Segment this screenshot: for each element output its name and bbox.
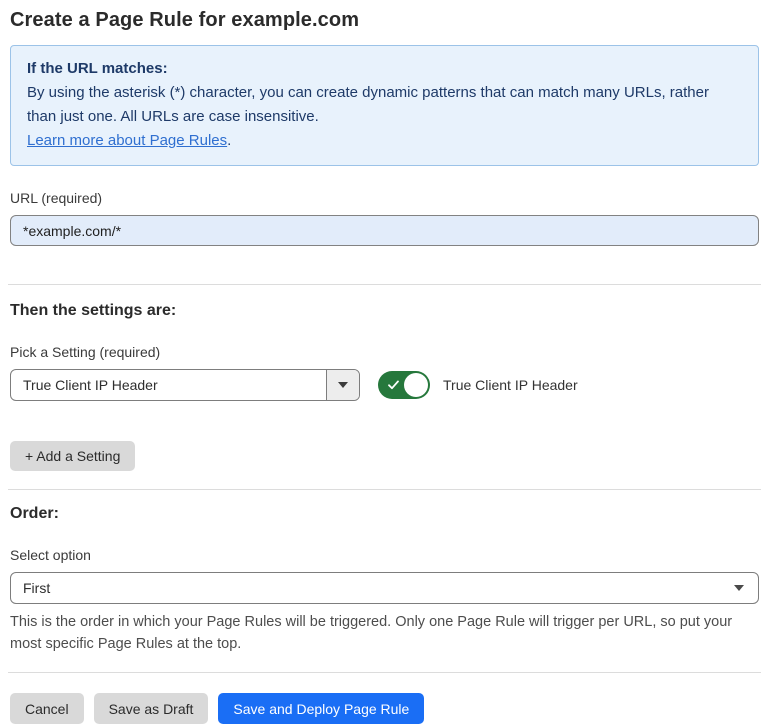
- triangle-down-icon: [338, 382, 348, 388]
- url-field-label: URL (required): [10, 190, 759, 206]
- save-as-draft-button[interactable]: Save as Draft: [94, 693, 209, 724]
- check-icon: [387, 379, 400, 391]
- info-box-link-line: Learn more about Page Rules.: [27, 129, 742, 153]
- order-select[interactable]: First: [10, 572, 759, 604]
- add-setting-button[interactable]: + Add a Setting: [10, 441, 135, 471]
- setting-picker-label: Pick a Setting (required): [10, 344, 759, 360]
- order-help-text: This is the order in which your Page Rul…: [10, 611, 755, 655]
- triangle-down-icon: [734, 585, 744, 591]
- setting-toggle[interactable]: [378, 371, 430, 399]
- setting-select-arrow-button[interactable]: [326, 370, 359, 400]
- section-divider: [8, 284, 761, 285]
- info-box-body: By using the asterisk (*) character, you…: [27, 81, 742, 129]
- page-title: Create a Page Rule for example.com: [10, 0, 759, 32]
- cancel-button[interactable]: Cancel: [10, 693, 84, 724]
- learn-more-link[interactable]: Learn more about Page Rules: [27, 132, 227, 149]
- order-section-heading: Order:: [10, 505, 759, 523]
- link-suffix: .: [227, 132, 231, 149]
- info-box-heading: If the URL matches:: [27, 57, 742, 81]
- section-divider: [8, 489, 761, 490]
- form-actions: Cancel Save as Draft Save and Deploy Pag…: [10, 693, 759, 724]
- setting-picker-row: True Client IP Header True Client IP Hea…: [10, 369, 759, 401]
- url-input[interactable]: [10, 215, 759, 246]
- setting-select[interactable]: True Client IP Header: [10, 369, 360, 401]
- order-select-value: First: [23, 580, 50, 596]
- settings-section-heading: Then the settings are:: [10, 302, 759, 320]
- save-and-deploy-button[interactable]: Save and Deploy Page Rule: [218, 693, 424, 724]
- url-match-info-box: If the URL matches: By using the asteris…: [10, 45, 759, 166]
- setting-select-value: True Client IP Header: [11, 370, 326, 400]
- page-rule-form: Create a Page Rule for example.com If th…: [0, 0, 769, 724]
- section-divider: [8, 672, 761, 673]
- toggle-knob: [404, 373, 428, 397]
- order-select-label: Select option: [10, 547, 759, 563]
- setting-toggle-label: True Client IP Header: [443, 377, 578, 393]
